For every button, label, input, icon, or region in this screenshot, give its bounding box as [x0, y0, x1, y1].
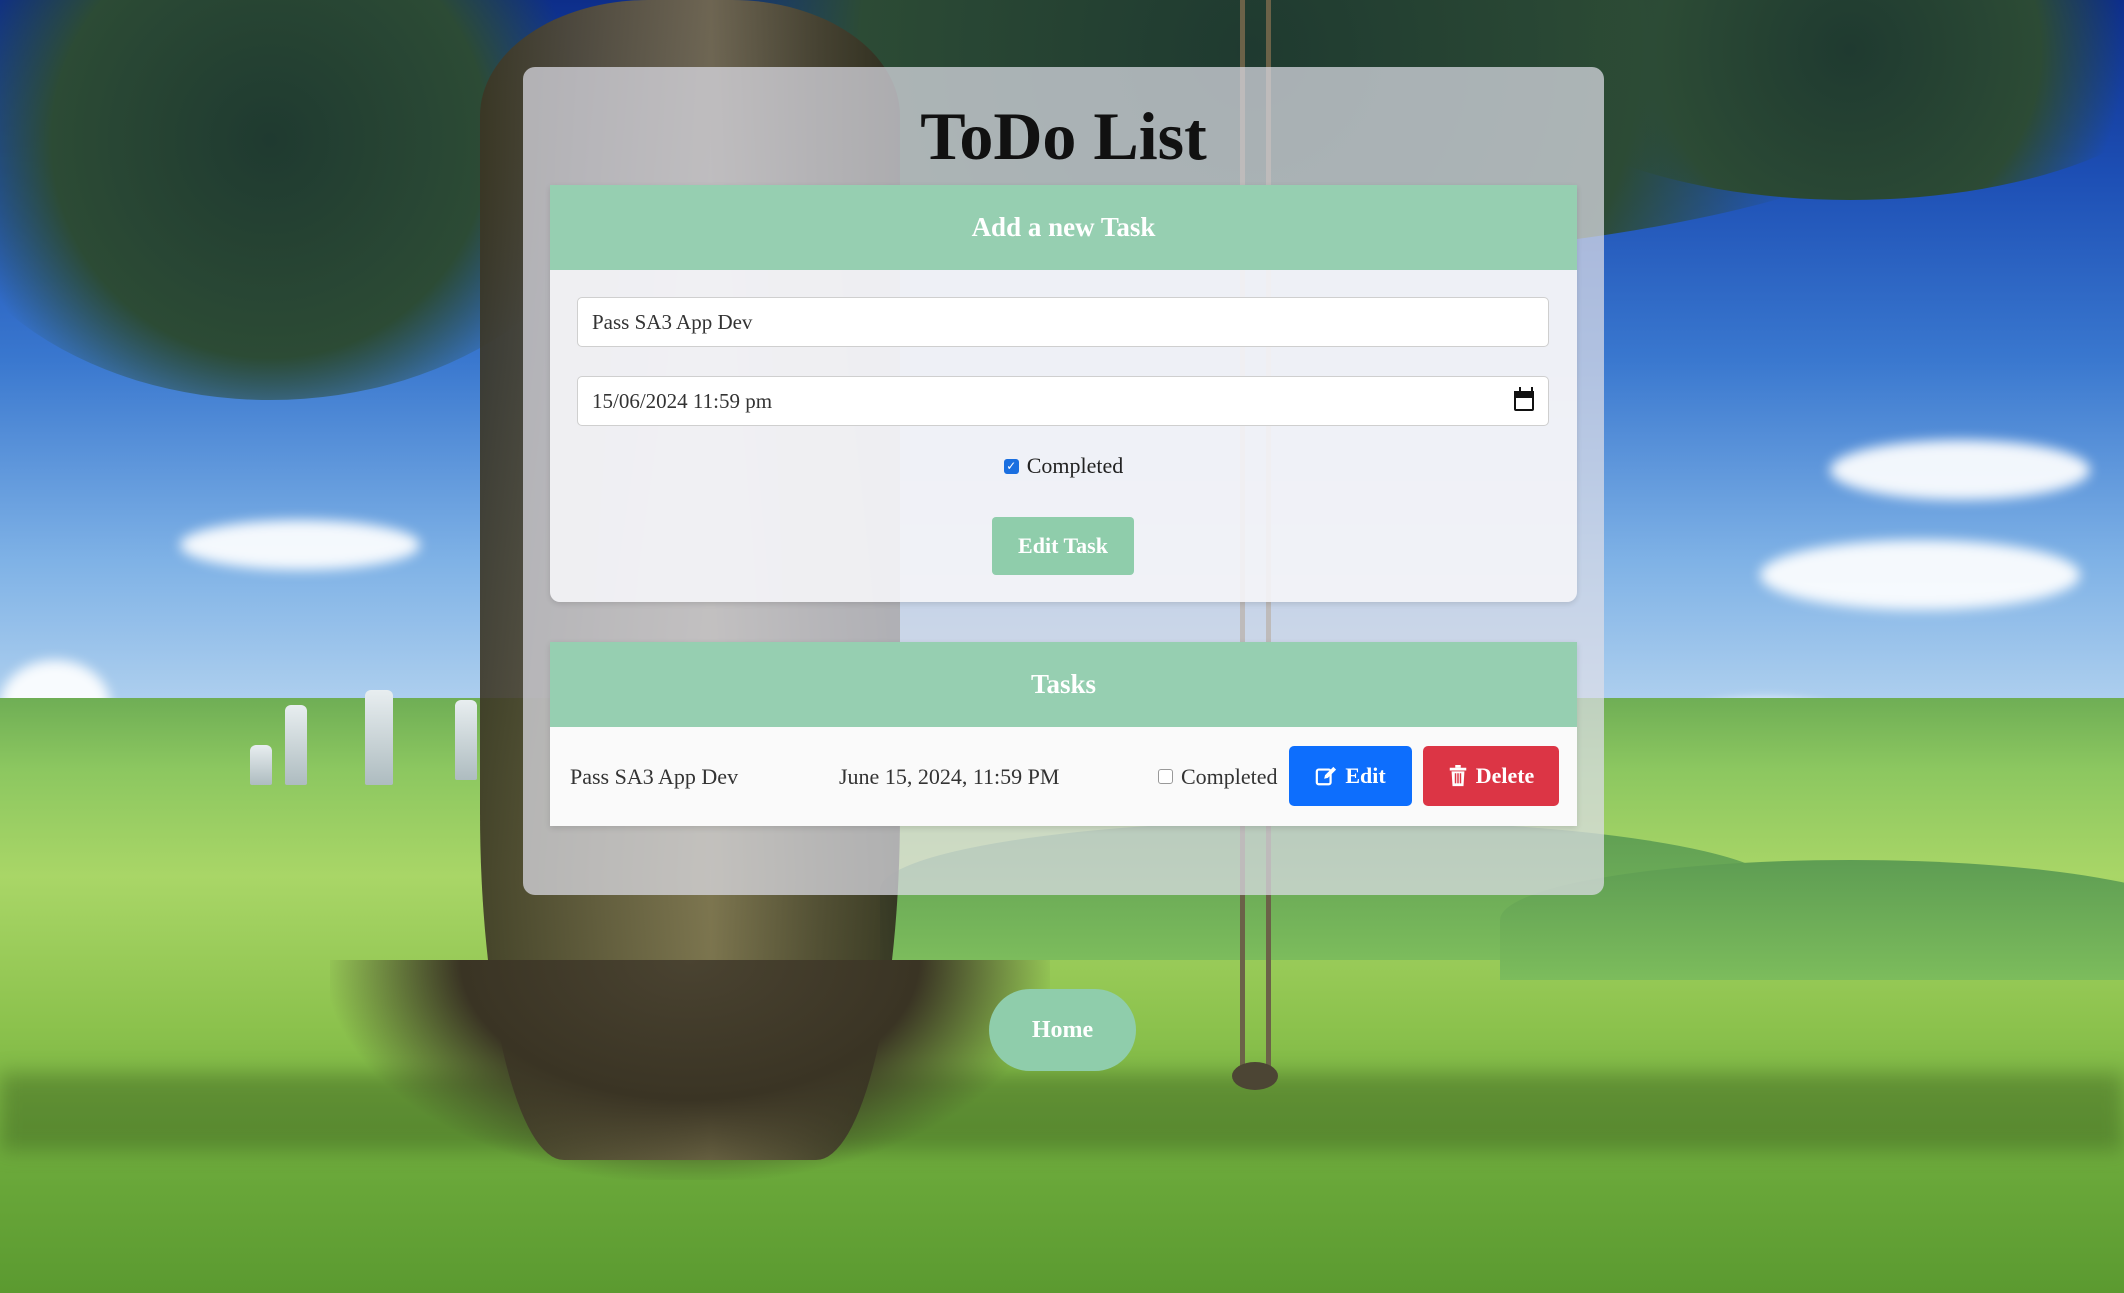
add-task-panel: Add a new Task Pass SA3 App Dev 15/06/20…	[550, 185, 1577, 602]
add-task-header: Add a new Task	[550, 185, 1577, 270]
task-due-date: June 15, 2024, 11:59 PM	[839, 763, 1060, 789]
task-completed-checkbox[interactable]	[1158, 769, 1173, 784]
completed-checkbox[interactable]: ✓	[1003, 458, 1019, 474]
todo-container: ToDo List Add a new Task Pass SA3 App De…	[523, 67, 1604, 895]
task-name: Pass SA3 App Dev	[570, 763, 739, 789]
edit-icon	[1316, 766, 1337, 786]
task-delete-label: Delete	[1475, 763, 1535, 788]
completed-toggle[interactable]: ✓ Completed	[550, 453, 1577, 479]
task-datetime-value: 15/06/2024 11:59 pm	[592, 388, 773, 413]
calendar-icon[interactable]	[1514, 387, 1534, 411]
home-button[interactable]: Home	[989, 989, 1136, 1071]
task-row: Pass SA3 App Dev June 15, 2024, 11:59 PM…	[550, 727, 1577, 826]
task-name-input[interactable]: Pass SA3 App Dev	[577, 297, 1549, 347]
task-completed-label: Completed	[1181, 763, 1278, 789]
task-edit-button[interactable]: Edit	[1289, 746, 1412, 806]
task-edit-label: Edit	[1345, 763, 1386, 788]
task-datetime-input[interactable]: 15/06/2024 11:59 pm	[577, 376, 1549, 426]
edit-task-button[interactable]: Edit Task	[992, 517, 1134, 575]
task-delete-button[interactable]: Delete	[1423, 746, 1559, 806]
tasks-header: Tasks	[550, 642, 1577, 727]
tasks-panel: Tasks Pass SA3 App Dev June 15, 2024, 11…	[550, 642, 1577, 826]
page-title: ToDo List	[920, 98, 1207, 174]
trash-icon	[1449, 765, 1466, 787]
completed-label: Completed	[1026, 453, 1124, 478]
task-completed-toggle[interactable]: Completed	[1158, 764, 1278, 790]
